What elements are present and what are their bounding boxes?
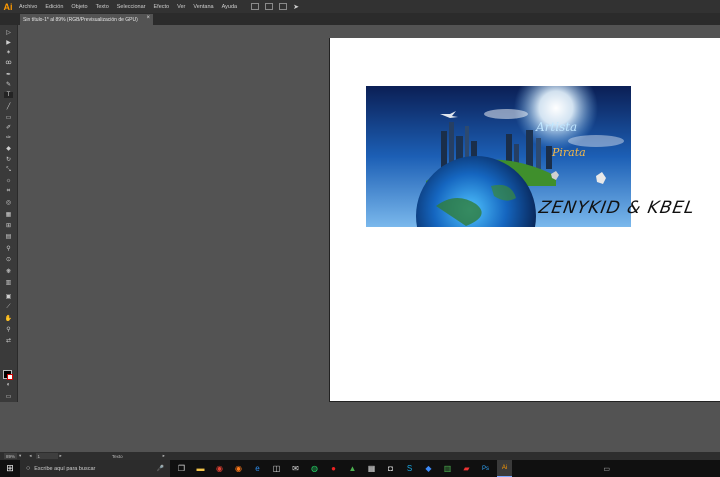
document-tab-bar: Sin título-1* al 89% (RGB/Previsualizaci… — [0, 13, 720, 25]
overlay-text[interactable]: ZENYKID & KBEL — [537, 198, 696, 218]
menu-icon-group: ➤ — [251, 3, 299, 11]
symbol-sprayer-icon[interactable]: ❋ — [4, 268, 13, 275]
menu-edicion[interactable]: Edición — [41, 4, 67, 10]
selection-tool-icon[interactable]: ▷ — [4, 29, 13, 36]
file-explorer-icon[interactable]: ▬ — [193, 460, 208, 477]
taskbar-search[interactable]: ○ Escribe aquí para buscar 🎤 — [20, 460, 170, 477]
send-icon[interactable]: ➤ — [293, 3, 299, 11]
lasso-icon[interactable]: ꝏ — [4, 59, 13, 66]
dropbox-icon[interactable]: ◆ — [421, 460, 436, 477]
rotate-tool-icon[interactable]: ↻ — [4, 156, 13, 163]
app-icon-green[interactable]: ▲ — [345, 460, 360, 477]
camera-icon[interactable]: ◘ — [383, 460, 398, 477]
next-artboard-icon[interactable]: ▸ — [60, 453, 62, 459]
close-icon[interactable]: × — [146, 15, 150, 21]
red-app-icon[interactable]: ▰ — [459, 460, 474, 477]
perspective-grid-icon[interactable]: ▦ — [4, 211, 13, 218]
swap-colors-icon[interactable]: ⇄ — [4, 337, 13, 344]
tools-panel: ▷ ▶ ✶ ꝏ ✒ ✎ T ╱ ▭ ✐ ✑ ◆ ↻ ⤡ ☼ ⌗ ◎ ▦ ⊞ ▤ … — [0, 25, 18, 402]
canvas-area[interactable]: Artista Pirata ZENYKID & KBEL — [18, 25, 720, 452]
document-tab-title: Sin título-1* al 89% (RGB/Previsualizaci… — [23, 16, 138, 23]
app-logo[interactable]: Ai — [1, 0, 15, 13]
warp-tool-icon[interactable]: ☼ — [4, 178, 13, 184]
graph-tool-icon[interactable]: ▥ — [4, 279, 13, 286]
eyedropper-icon[interactable]: ⚲ — [4, 245, 13, 252]
menu-efecto[interactable]: Efecto — [150, 4, 174, 10]
shape-builder-icon[interactable]: ◎ — [4, 199, 13, 206]
store-icon[interactable]: ◫ — [269, 460, 284, 477]
shaper-tool-icon[interactable]: ✑ — [4, 134, 13, 141]
menu-bar: Ai Archivo Edición Objeto Texto Seleccio… — [0, 0, 720, 13]
task-view-icon[interactable]: ❐ — [174, 460, 189, 477]
stock-icon[interactable] — [265, 3, 274, 10]
document-tab[interactable]: Sin título-1* al 89% (RGB/Previsualizaci… — [20, 14, 153, 25]
skype-icon[interactable]: S — [402, 460, 417, 477]
mail-icon[interactable]: ✉ — [288, 460, 303, 477]
menu-ayuda[interactable]: Ayuda — [218, 4, 242, 10]
artboard[interactable]: Artista Pirata ZENYKID & KBEL — [329, 38, 720, 402]
paintbrush-icon[interactable]: ✐ — [4, 124, 13, 131]
gradient-tool-icon[interactable]: ▤ — [4, 233, 13, 240]
whatsapp-icon[interactable]: ◍ — [307, 460, 322, 477]
chrome-icon[interactable]: ◉ — [212, 460, 227, 477]
edge-icon[interactable]: e — [250, 460, 265, 477]
menu-seleccionar[interactable]: Seleccionar — [113, 4, 150, 10]
record-icon[interactable]: ● — [326, 460, 341, 477]
firefox-icon[interactable]: ◉ — [231, 460, 246, 477]
stroke-swatch[interactable] — [7, 374, 13, 380]
menu-ventana[interactable]: Ventana — [189, 4, 217, 10]
calculator-icon[interactable]: ▦ — [364, 460, 379, 477]
banner-title-line1: Artista — [535, 120, 577, 134]
artboard-number[interactable]: 1 — [35, 453, 58, 459]
rectangle-tool-icon[interactable]: ▭ — [4, 114, 13, 121]
photoshop-icon[interactable]: Ps — [478, 460, 493, 477]
chevron-down-icon[interactable]: ▾ — [19, 453, 21, 459]
curvature-tool-icon[interactable]: ✎ — [4, 81, 13, 88]
windows-start-icon[interactable]: ⊞ — [0, 460, 20, 477]
banner-title-line2: Pirata — [551, 146, 586, 159]
illustrator-taskbar-icon[interactable]: Ai — [497, 460, 512, 477]
status-bar: 89% ▾ ◂ 1 ▸ Texto ▸ — [0, 452, 720, 460]
hand-tool-icon[interactable]: ✋ — [4, 315, 13, 322]
mesh-tool-icon[interactable]: ⊞ — [4, 222, 13, 229]
drawing-mode-icon[interactable]: ◐ — [4, 382, 13, 388]
menu-objeto[interactable]: Objeto — [67, 4, 91, 10]
microphone-icon[interactable]: 🎤 — [157, 465, 164, 472]
direct-selection-tool-icon[interactable]: ▶ — [4, 39, 13, 46]
blend-tool-icon[interactable]: ⊙ — [4, 256, 13, 263]
magic-wand-icon[interactable]: ✶ — [4, 49, 13, 56]
menu-texto[interactable]: Texto — [92, 4, 113, 10]
bridge-icon[interactable] — [251, 3, 260, 10]
current-tool-label: Texto — [111, 453, 123, 459]
zoom-tool-icon[interactable]: ⚲ — [4, 326, 13, 333]
search-icon: ○ — [26, 465, 31, 472]
line-tool-icon[interactable]: ╱ — [4, 103, 13, 110]
zoom-level[interactable]: 89% — [4, 453, 18, 459]
pen-tool-icon[interactable]: ✒ — [4, 71, 13, 78]
search-placeholder: Escribe aquí para buscar — [34, 465, 96, 472]
spreadsheet-icon[interactable]: ▥ — [440, 460, 455, 477]
screen-mode-icon[interactable]: ▭ — [4, 393, 13, 400]
eraser-icon[interactable]: ◆ — [4, 145, 13, 152]
menu-ver[interactable]: Ver — [173, 4, 189, 10]
notification-icon[interactable]: ▭ — [603, 465, 610, 473]
type-tool-icon[interactable]: T — [4, 92, 13, 98]
slice-tool-icon[interactable]: ⟋ — [4, 304, 13, 310]
scale-tool-icon[interactable]: ⤡ — [4, 167, 13, 173]
status-arrow-icon[interactable]: ▸ — [163, 453, 165, 459]
windows-taskbar: ⊞ ○ Escribe aquí para buscar 🎤 ❐ ▬ ◉ ◉ e… — [0, 460, 720, 477]
prev-artboard-icon[interactable]: ◂ — [29, 453, 31, 459]
arrange-documents-icon[interactable] — [279, 3, 288, 10]
free-transform-icon[interactable]: ⌗ — [4, 188, 13, 194]
artboard-tool-icon[interactable]: ▣ — [4, 293, 13, 300]
menu-archivo[interactable]: Archivo — [15, 4, 41, 10]
